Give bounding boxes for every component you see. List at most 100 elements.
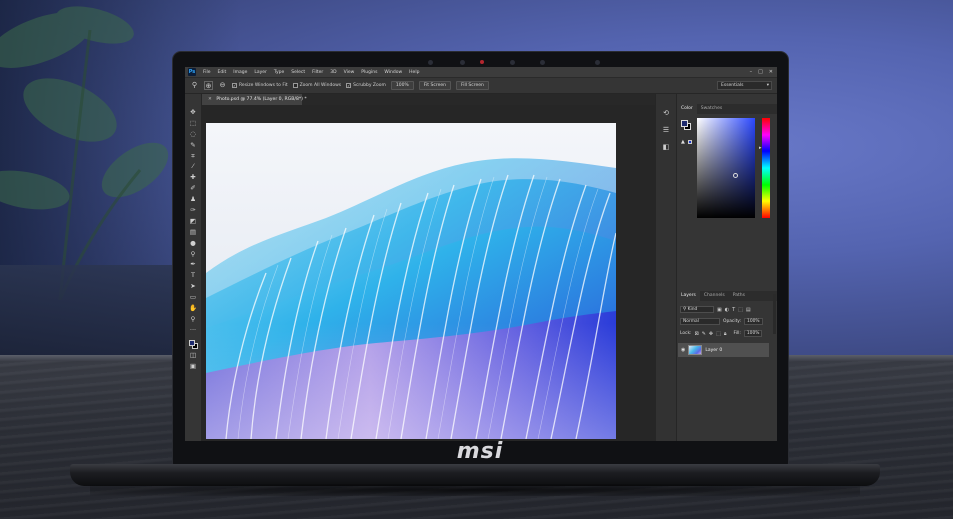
websafe-color-swatch[interactable] [688,140,692,144]
menu-bar: Ps File Edit Image Layer Type Select Fil… [185,67,777,78]
menu-select[interactable]: Select [291,70,305,75]
foreground-color-swatch[interactable] [681,120,688,127]
zoom-100-button[interactable]: 100% [390,81,414,90]
marquee-tool-icon[interactable]: ⬚ [189,119,197,128]
dodge-tool-icon[interactable]: ⚲ [189,250,197,259]
saturation-value-field[interactable] [697,118,755,218]
resize-windows-checkbox[interactable]: ✓ [232,83,237,88]
menu-window[interactable]: Window [384,70,402,75]
pen-tool-icon[interactable]: ✒ [189,260,197,269]
panel-scrollbar[interactable] [773,294,776,334]
gradient-tool-icon[interactable]: ▤ [189,228,197,237]
laptop-base [70,464,880,486]
properties-panel-icon[interactable]: ☰ [661,125,671,135]
history-brush-tool-icon[interactable]: ✑ [189,206,197,215]
eyedropper-tool-icon[interactable]: ⁄ [189,162,197,171]
zoom-all-checkbox[interactable] [292,83,298,88]
blend-mode-select[interactable]: Normal [680,318,720,325]
type-tool-icon[interactable]: T [189,271,197,280]
screen-mode-icon[interactable]: ▣ [189,362,197,371]
tab-color[interactable]: Color [677,104,697,114]
history-panel-icon[interactable]: ⟲ [661,108,671,118]
move-tool-icon[interactable]: ✥ [189,108,197,117]
pixel-filter-icon[interactable]: ▣ [717,307,722,313]
menu-edit[interactable]: Edit [218,70,227,75]
document-canvas[interactable] [206,123,616,439]
menu-view[interactable]: View [344,70,355,75]
tab-swatches[interactable]: Swatches [697,104,727,114]
zoom-tool-icon[interactable]: ⚲ [189,315,197,324]
opacity-field[interactable]: 100% [744,318,763,325]
camera-sensor [428,60,433,65]
document-tab[interactable]: ✕ Photo.psd @ 77.4% (Layer 0, RGB/8*) * [202,94,307,105]
resize-windows-option[interactable]: ✓ Resize Windows to Fit [232,83,288,88]
lock-artboard-icon[interactable]: ⬚ [716,331,721,337]
minimize-icon[interactable]: – [750,69,753,75]
lock-all-icon[interactable]: 🔒︎ [724,331,727,337]
tab-paths[interactable]: Paths [729,291,749,301]
fit-screen-button[interactable]: Fit Screen [418,81,451,90]
brush-tool-icon[interactable]: ✐ [189,184,197,193]
lock-label: Lock: [680,331,692,336]
magnifier-icon[interactable]: ⚲ [190,81,199,90]
smart-object-filter-icon[interactable]: ▤ [746,307,751,313]
color-swatches[interactable] [188,339,198,349]
workspace-select[interactable]: Essentials ▾ [717,81,772,90]
menu-help[interactable]: Help [409,70,419,75]
adjustment-filter-icon[interactable]: ◐ [725,307,729,313]
hue-slider-handle[interactable]: ▸ [759,146,762,151]
hue-slider[interactable] [762,118,770,218]
lock-position-icon[interactable]: ✥ [709,331,713,337]
gamut-warning-icon[interactable]: ▲ [681,139,685,145]
foreground-color-swatch[interactable] [188,339,195,346]
scrubby-zoom-option[interactable]: ✓ Scrubby Zoom [346,83,386,88]
tab-layers[interactable]: Layers [677,291,700,301]
layers-panel: ⚲ Kind ▣ ◐ T ⬚ ▤ Normal Opacity: 100% Lo… [677,301,777,441]
layer-name[interactable]: Layer 0 [705,348,722,353]
menu-filter[interactable]: Filter [312,70,323,75]
color-panel: ▲ ▸ [677,114,777,222]
fill-screen-button[interactable]: Fill Screen [455,81,489,90]
crop-tool-icon[interactable]: ⌗ [189,152,197,161]
quick-mask-icon[interactable]: ◫ [189,351,197,360]
clone-stamp-tool-icon[interactable]: ♟ [189,195,197,204]
menu-3d[interactable]: 3D [330,70,336,75]
menu-plugins[interactable]: Plugins [361,70,377,75]
zoom-in-icon[interactable]: ⊕ [204,81,213,90]
blur-tool-icon[interactable]: ● [189,239,197,248]
type-filter-icon[interactable]: T [732,307,735,313]
shape-filter-icon[interactable]: ⬚ [738,307,743,313]
lasso-tool-icon[interactable]: ◌ [189,130,197,139]
app-logo[interactable]: Ps [188,68,196,76]
lock-transparent-icon[interactable]: ⊠ [695,331,699,337]
menu-image[interactable]: Image [233,70,247,75]
layer-row[interactable]: ◉ Layer 0 [678,343,769,357]
fill-field[interactable]: 100% [743,330,763,337]
menu-type[interactable]: Type [274,70,284,75]
maximize-icon[interactable]: □ [758,69,763,75]
quick-select-tool-icon[interactable]: ✎ [189,141,197,150]
laptop-shadow [90,484,860,496]
filter-kind-value: Kind [687,307,698,312]
healing-brush-tool-icon[interactable]: ✚ [189,173,197,182]
hand-tool-icon[interactable]: ✋ [189,304,197,313]
blend-row: Normal Opacity: 100% [680,317,763,326]
path-select-tool-icon[interactable]: ➤ [189,282,197,291]
more-tools-icon[interactable]: ··· [189,326,197,335]
eye-icon[interactable]: ◉ [681,347,685,353]
adjustments-panel-icon[interactable]: ◧ [661,142,671,152]
menu-layer[interactable]: Layer [254,70,267,75]
tab-channels[interactable]: Channels [700,291,729,301]
scrubby-zoom-checkbox[interactable]: ✓ [346,83,352,88]
close-icon[interactable]: ✕ [769,69,773,75]
zoom-all-option[interactable]: Zoom All Windows [292,83,341,88]
zoom-out-icon[interactable]: ⊖ [218,81,227,90]
camera-led [480,60,484,64]
filter-kind-select[interactable]: ⚲ Kind [680,306,714,313]
close-icon[interactable]: ✕ [208,97,212,102]
rectangle-tool-icon[interactable]: ▭ [189,293,197,302]
eraser-tool-icon[interactable]: ◩ [189,217,197,226]
lock-image-icon[interactable]: ✎ [702,331,706,337]
color-picker-cursor[interactable] [733,173,738,178]
menu-file[interactable]: File [203,70,211,75]
